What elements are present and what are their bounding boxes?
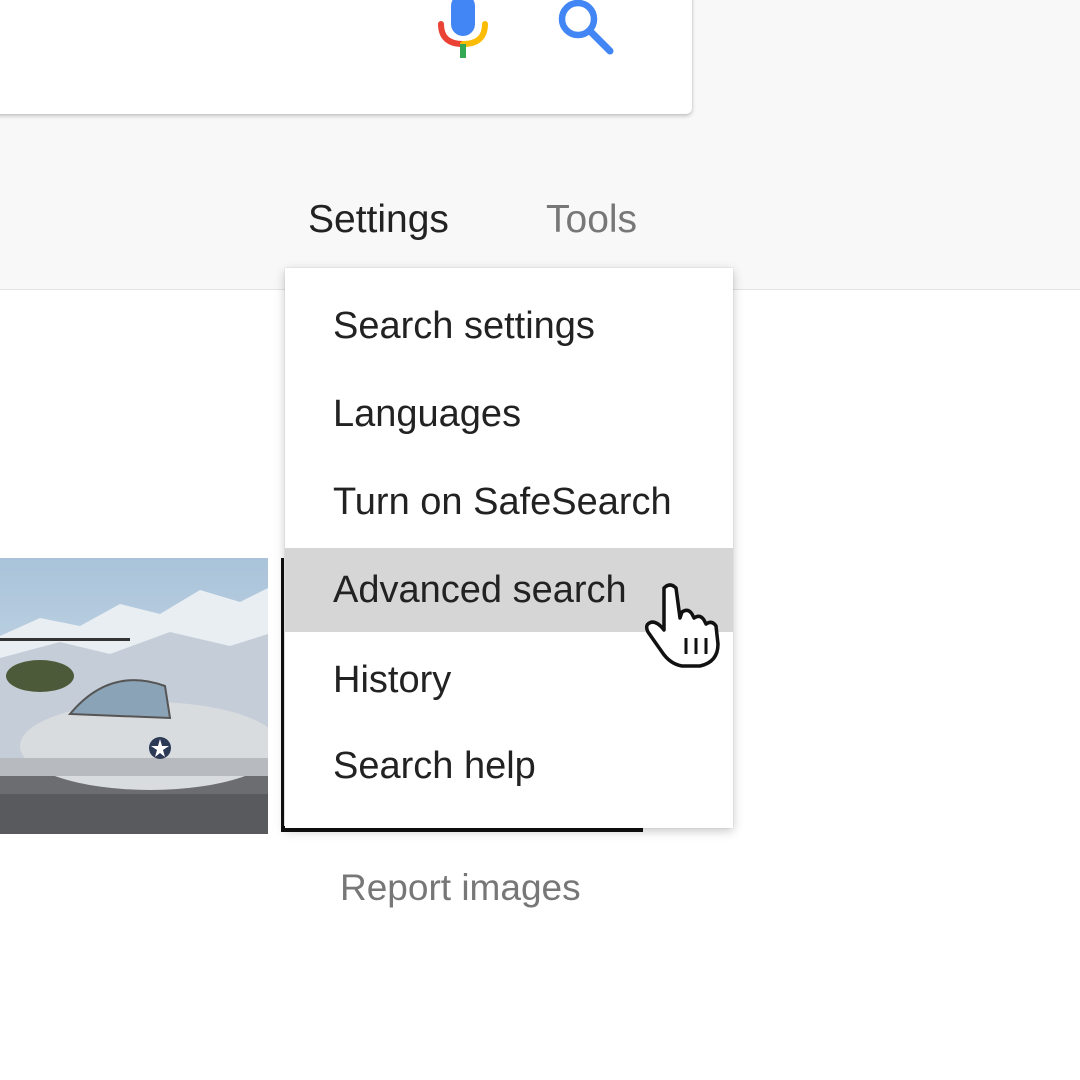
menu-item-languages[interactable]: Languages bbox=[285, 372, 733, 456]
hand-pointer-icon bbox=[644, 583, 720, 668]
report-images-link[interactable]: Report images bbox=[340, 866, 581, 910]
mic-icon[interactable] bbox=[435, 0, 491, 60]
tools-tab[interactable]: Tools bbox=[546, 196, 637, 244]
search-box[interactable] bbox=[0, 0, 692, 114]
menu-item-search-settings[interactable]: Search settings bbox=[285, 284, 733, 368]
menu-item-search-help[interactable]: Search help bbox=[285, 724, 733, 808]
image-result-thumbnail[interactable] bbox=[0, 558, 268, 834]
menu-item-turn-on-safesearch[interactable]: Turn on SafeSearch bbox=[285, 460, 733, 544]
search-icon[interactable] bbox=[554, 0, 616, 57]
settings-tab[interactable]: Settings bbox=[308, 196, 449, 244]
top-toolbar-band: Settings Tools bbox=[0, 0, 1080, 290]
settings-dropdown-menu: Search settings Languages Turn on SafeSe… bbox=[285, 268, 733, 828]
